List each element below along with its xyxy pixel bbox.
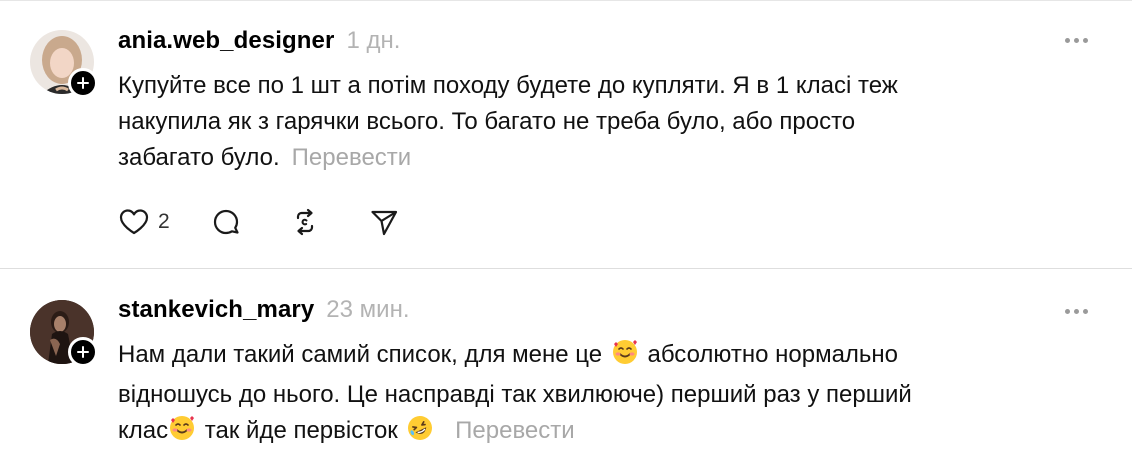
comment-text-segment: клас (118, 417, 169, 444)
smiling-face-with-hearts-emoji (611, 338, 639, 377)
reply-button[interactable] (210, 206, 242, 238)
smiling-face-with-hearts-emoji (168, 414, 196, 453)
action-bar: 2 (118, 206, 400, 238)
follow-button[interactable] (68, 337, 98, 367)
comment-header: ania.web_designer 1 дн. (118, 27, 400, 55)
comment-bubble-icon (213, 209, 239, 235)
username[interactable]: stankevich_mary (118, 296, 314, 324)
comment-text-line: забагато було. (118, 144, 280, 171)
follow-button[interactable] (68, 68, 98, 98)
heart-icon (119, 209, 149, 235)
translate-link[interactable]: Перевести (455, 417, 575, 444)
plus-icon (77, 346, 89, 358)
more-dots-icon (1065, 38, 1070, 43)
username[interactable]: ania.web_designer (118, 27, 334, 55)
like-button[interactable]: 2 (118, 206, 170, 238)
comment-post: stankevich_mary 23 мин. Нам дали такий с… (0, 269, 1132, 460)
share-button[interactable] (368, 206, 400, 238)
comment-post: ania.web_designer 1 дн. Купуйте все по 1… (0, 0, 1132, 268)
like-count: 2 (158, 210, 170, 233)
send-icon (371, 210, 397, 236)
more-options-button[interactable] (1065, 38, 1088, 43)
comment-text: Нам дали такий самий список, для мене це… (118, 337, 1118, 453)
comment-text-line: Купуйте все по 1 шт а потім походу будет… (118, 72, 898, 99)
comment-text-segment: Нам дали такий самий список, для мене це (118, 341, 603, 368)
comment-text-line: накупила як з гарячки всього. То багато … (118, 108, 856, 135)
comment-text-line: відношусь до нього. Це насправді так хви… (118, 381, 912, 408)
timestamp[interactable]: 23 мин. (326, 296, 409, 324)
more-dots-icon (1065, 309, 1070, 314)
more-options-button[interactable] (1065, 309, 1088, 314)
translate-link[interactable]: Перевести (292, 144, 412, 171)
timestamp[interactable]: 1 дн. (346, 27, 400, 55)
repost-button[interactable] (289, 206, 321, 238)
repost-icon (296, 208, 313, 236)
plus-icon (77, 77, 89, 89)
comment-text-segment: так йде первісток (204, 417, 398, 444)
comment-text-segment: абсолютно нормально (647, 341, 899, 368)
rolling-on-floor-laughing-emoji (406, 414, 434, 453)
comment-header: stankevich_mary 23 мин. (118, 296, 410, 324)
comment-text: Купуйте все по 1 шт а потім походу будет… (118, 68, 1118, 176)
